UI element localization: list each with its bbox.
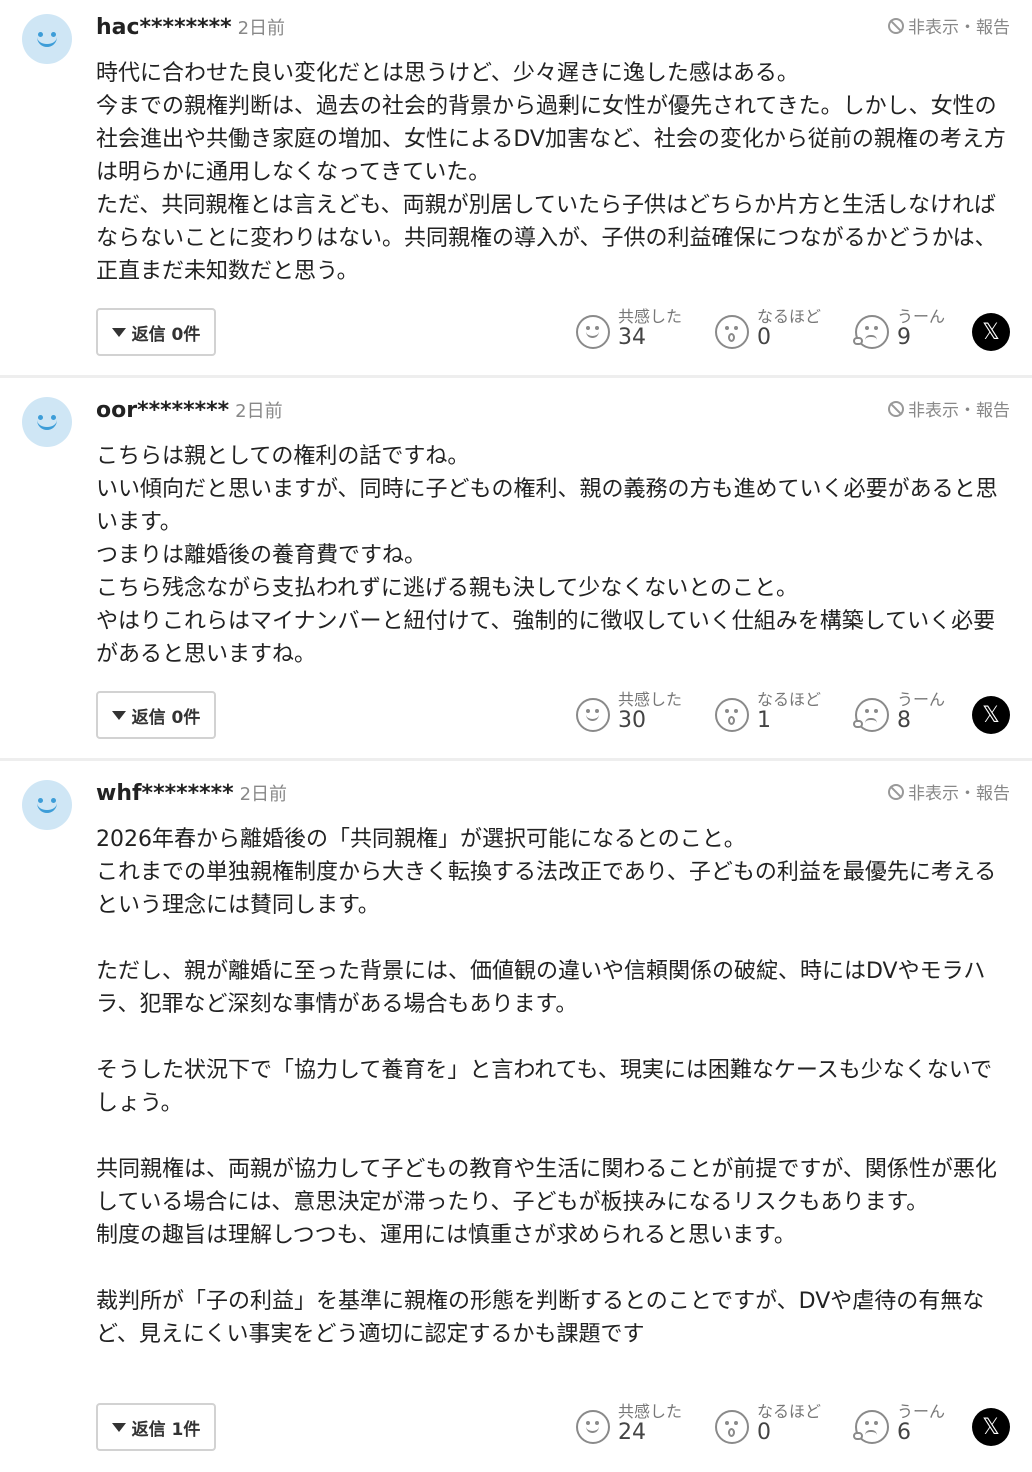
surprised-face-icon (715, 315, 749, 349)
reply-count-label: 返信 0件 (131, 707, 201, 728)
reply-count-label: 返信 0件 (131, 324, 201, 345)
divider (0, 375, 1032, 378)
reaction-label: うーん (897, 690, 946, 709)
comment-body: 時代に合わせた良い変化だとは思うけど、少々遅きに逸した感はある。 今までの親権判… (96, 61, 1006, 284)
reaction-count: 30 (618, 708, 646, 733)
reaction-empathy-button[interactable]: 共感した 34 (576, 305, 706, 361)
reaction-count: 1 (757, 708, 771, 733)
reaction-insight-button[interactable]: なるほど 0 (715, 305, 845, 361)
reaction-empathy-button[interactable]: 共感した 30 (576, 688, 706, 744)
reaction-count: 24 (618, 1420, 646, 1445)
comment-meta: whf******** 2日前 (96, 780, 287, 810)
reaction-label: なるほど (757, 307, 822, 326)
reaction-hmm-button[interactable]: うーん 6 (853, 1400, 985, 1456)
thinking-face-icon (853, 1410, 889, 1444)
reaction-count: 8 (897, 708, 911, 733)
reaction-count: 0 (757, 325, 771, 350)
username[interactable]: oor******** (96, 398, 229, 423)
surprised-face-icon (715, 1410, 749, 1444)
username[interactable]: whf******** (96, 781, 234, 806)
reaction-label: うーん (897, 1402, 946, 1421)
comment-meta: oor******** 2日前 (96, 397, 283, 427)
reaction-label: 共感した (618, 690, 683, 709)
reaction-hmm-button[interactable]: うーん 8 (853, 688, 985, 744)
reaction-count: 6 (897, 1420, 911, 1445)
reaction-label: なるほど (757, 1402, 822, 1421)
comment-body: 2026年春から離婚後の「共同親権」が選択可能になるとのこと。 これまでの単独親… (96, 827, 997, 1347)
reaction-label: 共感した (618, 307, 683, 326)
hide-report-label: 非表示・報告 (908, 401, 1010, 421)
smile-face-icon (576, 1410, 610, 1444)
timestamp: 2日前 (237, 18, 286, 39)
reaction-label: うーん (897, 307, 946, 326)
reply-toggle-button[interactable]: 返信 0件 (96, 691, 216, 739)
reaction-hmm-button[interactable]: うーん 9 (853, 305, 985, 361)
smile-face-icon (576, 698, 610, 732)
hide-report-label: 非表示・報告 (908, 784, 1010, 804)
hide-report-button[interactable]: 非表示・報告 (888, 779, 1010, 804)
reaction-count: 34 (618, 325, 646, 350)
smile-face-icon (576, 315, 610, 349)
comment-meta: hac******** 2日前 (96, 14, 285, 44)
reaction-insight-button[interactable]: なるほど 1 (715, 688, 845, 744)
reaction-insight-button[interactable]: なるほど 0 (715, 1400, 845, 1456)
x-logo-icon: 𝕏 (982, 319, 1000, 345)
reaction-count: 9 (897, 325, 911, 350)
x-share-button[interactable]: 𝕏 (972, 1408, 1010, 1446)
reaction-label: なるほど (757, 690, 822, 709)
hide-report-button[interactable]: 非表示・報告 (888, 13, 1010, 38)
divider (0, 758, 1032, 761)
x-share-button[interactable]: 𝕏 (972, 696, 1010, 734)
thinking-face-icon (853, 315, 889, 349)
block-icon (888, 17, 904, 34)
reply-count-label: 返信 1件 (131, 1419, 201, 1440)
timestamp: 2日前 (239, 784, 288, 805)
hide-report-button[interactable]: 非表示・報告 (888, 396, 1010, 421)
avatar (22, 780, 72, 830)
timestamp: 2日前 (235, 401, 283, 422)
reply-toggle-button[interactable]: 返信 0件 (96, 308, 216, 356)
caret-down-icon (111, 710, 126, 720)
surprised-face-icon (715, 698, 749, 732)
x-logo-icon: 𝕏 (982, 702, 1000, 728)
reaction-label: 共感した (618, 1402, 683, 1421)
comment-body: こちらは親としての権利の話ですね。 いい傾向だと思いますが、同時に子どもの権利、… (96, 444, 998, 667)
username[interactable]: hac******** (96, 15, 232, 40)
x-share-button[interactable]: 𝕏 (972, 313, 1010, 351)
caret-down-icon (111, 327, 126, 337)
reply-toggle-button[interactable]: 返信 1件 (96, 1403, 216, 1451)
hide-report-label: 非表示・報告 (908, 18, 1010, 38)
block-icon (888, 783, 904, 800)
reaction-count: 0 (757, 1420, 771, 1445)
x-logo-icon: 𝕏 (982, 1414, 1000, 1440)
caret-down-icon (111, 1422, 126, 1432)
reaction-empathy-button[interactable]: 共感した 24 (576, 1400, 706, 1456)
avatar (22, 14, 72, 64)
avatar (22, 397, 72, 447)
block-icon (888, 400, 904, 417)
thinking-face-icon (853, 698, 889, 732)
